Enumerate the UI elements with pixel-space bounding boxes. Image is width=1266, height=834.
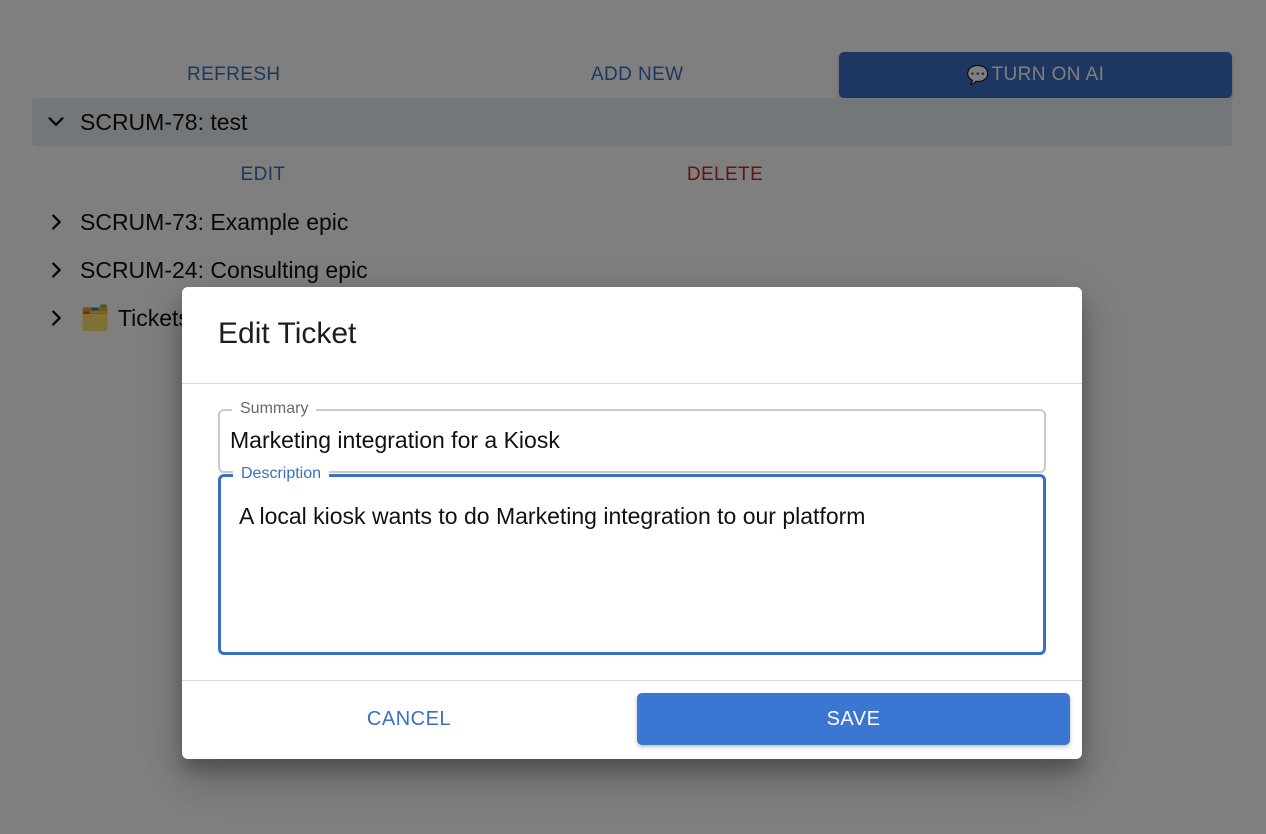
dialog-title: Edit Ticket <box>218 317 357 350</box>
description-label: Description <box>233 464 330 484</box>
cancel-button[interactable]: CANCEL <box>218 693 600 745</box>
summary-field[interactable]: Summary <box>218 399 1046 473</box>
save-button[interactable]: SAVE <box>637 693 1070 745</box>
summary-input[interactable] <box>230 427 1030 454</box>
dialog-actions: CANCEL SAVE <box>182 681 1082 759</box>
summary-label: Summary <box>232 399 317 419</box>
description-field[interactable]: Description A local kiosk wants to do Ma… <box>218 464 1046 655</box>
divider <box>182 383 1082 384</box>
description-textarea[interactable]: A local kiosk wants to do Marketing inte… <box>239 501 1039 531</box>
edit-ticket-dialog: Edit Ticket Summary Description A local … <box>182 287 1082 759</box>
